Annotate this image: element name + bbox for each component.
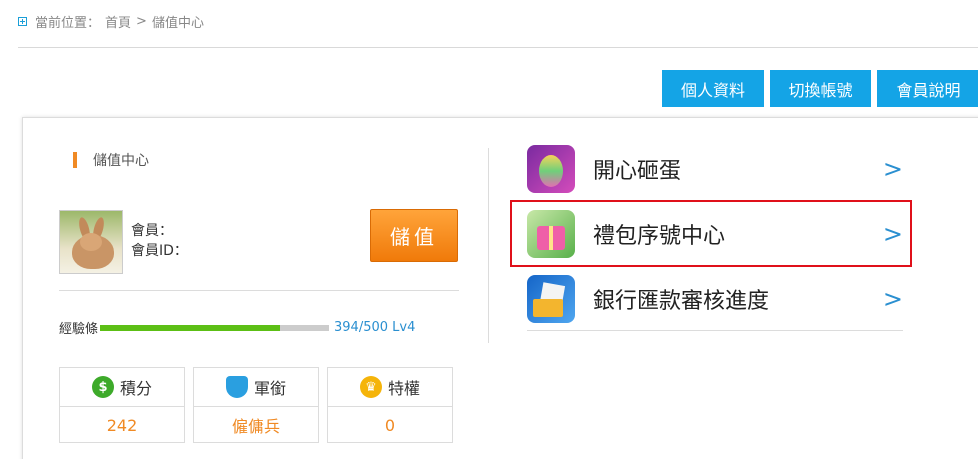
member-id-label: 會員ID： [131,243,188,259]
section-title: 儲值中心 [73,150,149,170]
stat-rank-value: 僱傭兵 [231,417,280,436]
header-divider [18,47,978,48]
experience-bar [100,324,330,331]
member-help-button[interactable]: 會員說明 [877,70,978,107]
chevron-right-icon: > [882,154,903,183]
chevron-right-icon: > [882,219,903,248]
stat-privilege: ♛ 特權 0 [327,367,453,443]
member-divider [59,290,459,291]
breadcrumb-label: 當前位置： [35,16,101,31]
menu-item-bank-transfer-status[interactable]: 銀行匯款審核進度 > [511,266,911,331]
section-title-bar [73,152,77,168]
stat-points: $ 積分 242 [59,367,185,443]
profile-button[interactable]: 個人資料 [662,70,764,107]
stat-privilege-label: 特權 [387,379,420,398]
breadcrumb-current: 儲值中心 [151,16,204,31]
menu-item-label: 銀行匯款審核進度 [593,288,770,314]
top-button-group: 個人資料 切換帳號 會員說明 [662,70,978,107]
menu-item-label: 開心砸蛋 [593,158,682,184]
bank-card-icon [527,274,575,323]
section-title-text: 儲值中心 [93,153,149,169]
egg-hammer-icon [527,144,575,193]
stat-points-label: 積分 [119,379,152,398]
breadcrumb: 當前位置： 首頁 > 儲值中心 [18,12,204,31]
switch-account-button[interactable]: 切換帳號 [770,70,871,107]
stats-group: $ 積分 242 軍銜 僱傭兵 ♛ 特權 0 [59,367,453,443]
shield-badge-icon [225,376,248,398]
location-plus-icon [18,17,27,26]
menu-item-gift-code-center[interactable]: 禮包序號中心 > [510,200,912,267]
stat-rank: 軍銜 僱傭兵 [193,367,319,443]
crown-icon: ♛ [359,376,382,398]
avatar [59,210,123,274]
stat-privilege-value: 0 [384,415,396,435]
menu-item-label: 禮包序號中心 [593,223,726,249]
experience-value: 394/500 Lv4 [334,320,416,335]
recharge-panel: 儲值中心 會員： 會員ID： 儲值 經驗條 394/500 Lv4 $ 積分 2… [22,117,978,459]
dollar-coin-icon: $ [91,376,114,398]
menu-item-egg-smash[interactable]: 開心砸蛋 > [511,136,911,201]
stat-points-value: 242 [106,415,138,435]
service-menu: 開心砸蛋 > 禮包序號中心 > 銀行匯款審核進度 > [510,136,912,331]
member-name-label: 會員： [131,223,173,239]
experience-bar-fill [100,324,281,331]
experience-row: 經驗條 394/500 Lv4 [59,318,415,337]
breadcrumb-separator: > [136,14,147,29]
member-info: 會員： 會員ID： [131,221,188,261]
rabbit-face [80,233,102,251]
stat-rank-label: 軍銜 [253,379,286,398]
charge-button[interactable]: 儲值 [370,209,458,262]
gift-box-icon [527,209,575,258]
experience-label: 經驗條 [59,322,99,337]
chevron-right-icon: > [882,284,903,313]
column-divider [488,148,489,343]
breadcrumb-home-link[interactable]: 首頁 [105,12,131,31]
